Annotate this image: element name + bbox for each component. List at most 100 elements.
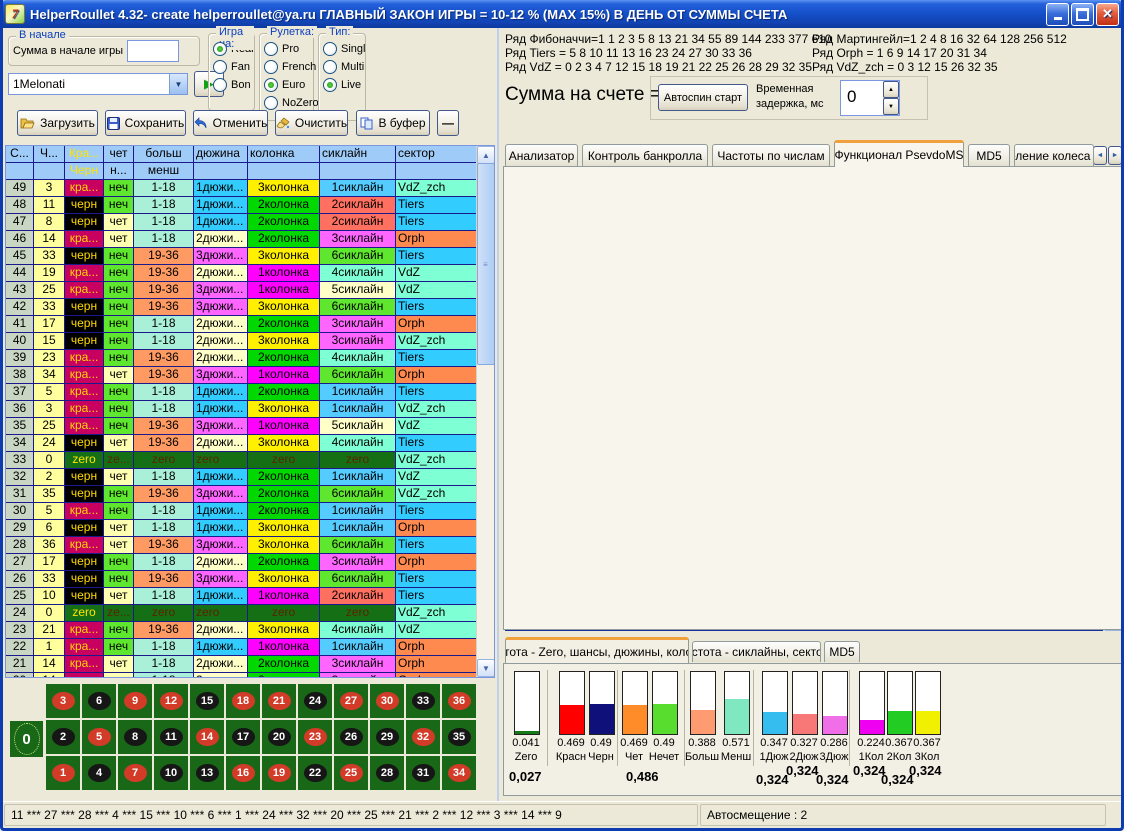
delay-spinner[interactable]: 0 ▲ ▼ (840, 80, 900, 116)
board-cell-3[interactable]: 3 (46, 684, 80, 718)
tabs-scroll-left-button[interactable]: ◄ (1093, 146, 1107, 165)
maximize-button[interactable] (1071, 3, 1094, 26)
board-cell-11[interactable]: 11 (154, 720, 188, 754)
board-cell-27[interactable]: 27 (334, 684, 368, 718)
board-cell-5[interactable]: 5 (82, 720, 116, 754)
table-cell: Tiers (396, 384, 479, 401)
radio-dot[interactable] (264, 78, 278, 92)
board-cell-7[interactable]: 7 (118, 756, 152, 790)
spins-table-scrollbar[interactable]: ▲≡ ▼ (476, 146, 494, 677)
board-cell-12[interactable]: 12 (154, 684, 188, 718)
radio-dot[interactable] (264, 60, 278, 74)
board-cell-16[interactable]: 16 (226, 756, 260, 790)
board-cell-32[interactable]: 32 (406, 720, 440, 754)
board-cell-9[interactable]: 9 (118, 684, 152, 718)
freq-tab-sixlines-sectors[interactable]: Частота - сиклайны, сектора (692, 641, 821, 662)
table-cell: 2дюжи... (194, 350, 248, 367)
start-sum-input[interactable] (127, 40, 179, 62)
board-cell-33[interactable]: 33 (406, 684, 440, 718)
board-cell-22[interactable]: 22 (298, 756, 332, 790)
radio-fan[interactable]: Fan (213, 58, 254, 76)
radio-singl[interactable]: Singl (323, 40, 365, 58)
board-cell-10[interactable]: 10 (154, 756, 188, 790)
board-cell-35[interactable]: 35 (442, 720, 476, 754)
board-cell-26[interactable]: 26 (334, 720, 368, 754)
board-cell-29[interactable]: 29 (370, 720, 404, 754)
radio-live[interactable]: Live (323, 76, 365, 94)
radio-euro[interactable]: Euro (264, 76, 313, 94)
scroll-thumb[interactable]: ≡ (477, 163, 495, 365)
board-cell-0[interactable]: 0 (10, 721, 43, 757)
tab-bankroll[interactable]: Контроль банкролла (582, 144, 708, 166)
board-cell-6[interactable]: 6 (82, 684, 116, 718)
board-cell-17[interactable]: 17 (226, 720, 260, 754)
scroll-down-button[interactable]: ▼ (477, 659, 495, 677)
radio-multi[interactable]: Multi (323, 58, 365, 76)
tab-freq-numbers[interactable]: Частоты по числам (712, 144, 830, 166)
freq-bar-черн (589, 671, 615, 735)
tab-psevdoms[interactable]: Функционал PsevdoMS (834, 140, 964, 167)
board-cell-24[interactable]: 24 (298, 684, 332, 718)
spinner-up-button[interactable]: ▲ (883, 81, 899, 98)
board-cell-20[interactable]: 20 (262, 720, 296, 754)
collapse-button[interactable]: — (437, 110, 459, 136)
board-cell-4[interactable]: 4 (82, 756, 116, 790)
table-row: 2114кра...чет1-182дюжи...2колонка3сиклай… (6, 656, 479, 673)
scroll-up-button[interactable]: ▲ (477, 146, 495, 164)
radio-dot[interactable] (264, 42, 278, 56)
board-cell-14[interactable]: 14 (190, 720, 224, 754)
board-cell-1[interactable]: 1 (46, 756, 80, 790)
radio-bon[interactable]: Bon (213, 76, 254, 94)
table-row: 240zeroze...zerozerozerozeroVdZ_zch (6, 605, 479, 622)
series-info-left: Ряд Фибоначчи=1 1 2 3 5 8 13 21 34 55 89… (505, 32, 805, 74)
freq-tab-zero-chances[interactable]: Частота - Zero, шансы, дюжины, колонки (505, 637, 689, 663)
table-cell: 34 (6, 435, 34, 452)
close-button[interactable]: ✕ (1096, 3, 1119, 26)
table-cell: 2дюжи... (194, 554, 248, 571)
board-cell-18[interactable]: 18 (226, 684, 260, 718)
radio-dot[interactable] (323, 60, 337, 74)
radio-pro[interactable]: Pro (264, 40, 313, 58)
radio-dot[interactable] (323, 78, 337, 92)
load-button[interactable]: Загрузить (17, 110, 98, 136)
radio-dot[interactable] (323, 42, 337, 56)
freq-bar-менш (724, 671, 750, 735)
undo-button[interactable]: Отменить (193, 110, 268, 136)
board-cell-8[interactable]: 8 (118, 720, 152, 754)
radio-dot[interactable] (213, 42, 227, 56)
board-cell-23[interactable]: 23 (298, 720, 332, 754)
radio-french[interactable]: French (264, 58, 313, 76)
radio-dot[interactable] (264, 96, 278, 110)
tab-analizator[interactable]: Анализатор (505, 144, 578, 166)
minimize-button[interactable] (1046, 3, 1069, 26)
radio-dot[interactable] (213, 78, 227, 92)
frequency-panel: 0.041Zero0,0270.469Красн0.49Черн0.469Чет… (503, 663, 1122, 796)
board-cell-15[interactable]: 15 (190, 684, 224, 718)
board-cell-19[interactable]: 19 (262, 756, 296, 790)
table-cell: Orph (396, 554, 479, 571)
board-cell-13[interactable]: 13 (190, 756, 224, 790)
autospin-button[interactable]: Автоспин старт (658, 84, 748, 111)
freq-tab-md5[interactable]: MD5 (824, 641, 860, 662)
board-cell-30[interactable]: 30 (370, 684, 404, 718)
board-cell-36[interactable]: 36 (442, 684, 476, 718)
board-cell-25[interactable]: 25 (334, 756, 368, 790)
board-cell-31[interactable]: 31 (406, 756, 440, 790)
board-cell-21[interactable]: 21 (262, 684, 296, 718)
tabs-scroll-right-button[interactable]: ► (1108, 146, 1122, 165)
combo-dropdown-button[interactable]: ▼ (169, 74, 187, 94)
table-cell: 1дюжи... (194, 469, 248, 486)
board-cell-2[interactable]: 2 (46, 720, 80, 754)
board-cell-28[interactable]: 28 (370, 756, 404, 790)
copy-buffer-button[interactable]: В буфер (356, 110, 430, 136)
save-button[interactable]: Сохранить (105, 110, 186, 136)
tab-md5[interactable]: MD5 (968, 144, 1010, 166)
clear-button[interactable]: Очистить (275, 110, 348, 136)
freq-reference: 0,027 (509, 769, 542, 784)
radio-dot[interactable] (213, 60, 227, 74)
resize-grip[interactable] (1107, 802, 1121, 828)
tab-wheel-division[interactable]: Деление колеса на (1014, 144, 1094, 166)
preset-combo[interactable]: 1Melonati ▼ (8, 73, 188, 95)
board-cell-34[interactable]: 34 (442, 756, 476, 790)
spinner-down-button[interactable]: ▼ (883, 98, 899, 115)
